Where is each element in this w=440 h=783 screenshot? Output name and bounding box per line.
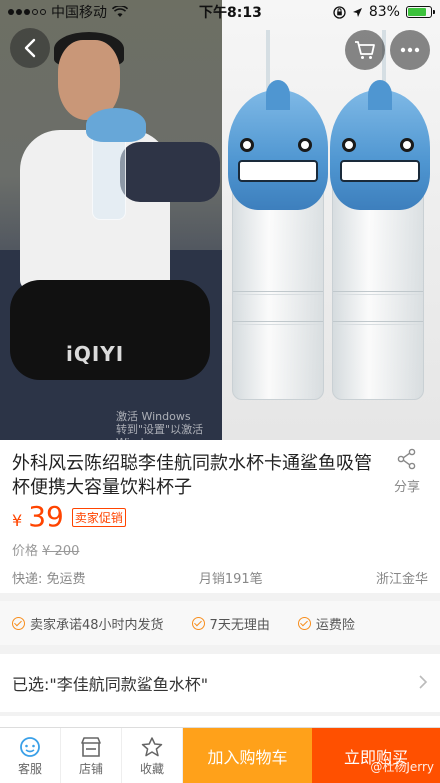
more-options-button[interactable]	[390, 30, 430, 70]
weibo-watermark: @杜杨Jerry	[370, 760, 434, 774]
share-label: 分享	[393, 480, 420, 495]
cart-button[interactable]	[345, 30, 385, 70]
store-label: 店铺	[78, 761, 103, 776]
signal-strength-icon	[8, 9, 46, 15]
star-icon	[141, 736, 163, 756]
price-row: ¥ 39 卖家促销	[12, 500, 126, 533]
watermark-line-2: 转到"设置"以激活 Windo	[116, 423, 204, 440]
shark-eye	[400, 138, 414, 152]
service-item: 运费险	[297, 614, 355, 633]
battery-icon	[405, 6, 435, 18]
chevron-right-icon	[419, 675, 428, 689]
shark-fin	[266, 80, 290, 110]
customer-service-button[interactable]: 客服	[0, 728, 61, 783]
shipping-info: 快递: 免运费	[12, 572, 86, 587]
cup-in-hand	[92, 130, 126, 220]
wifi-icon	[112, 6, 128, 17]
bottle-rib	[333, 291, 423, 295]
location-arrow-icon	[352, 7, 362, 17]
monthly-sales: 月销191笔	[198, 572, 263, 587]
more-dots-icon	[400, 47, 420, 53]
service-label: 运费险	[315, 617, 355, 633]
service-item: 7天无理由	[191, 614, 270, 633]
chevron-left-icon	[24, 38, 36, 58]
selected-sku-text: 已选:"李佳航同款鲨鱼水杯"	[12, 675, 209, 694]
favorite-button[interactable]: 收藏	[122, 728, 183, 783]
battery-fill	[407, 8, 427, 16]
bottle-rib	[333, 321, 423, 325]
shark-lid	[228, 80, 328, 210]
shark-teeth	[340, 160, 420, 182]
check-circle-icon	[297, 616, 311, 630]
clock: 下午8:13	[199, 5, 262, 21]
favorite-label: 收藏	[139, 761, 164, 776]
windows-watermark: 激活 Windows 转到"设置"以激活 Windo	[116, 410, 222, 440]
carrier-name: 中国移动	[51, 5, 107, 21]
share-icon	[397, 448, 416, 470]
shopping-cart-icon	[355, 41, 375, 59]
add-to-cart-label: 加入购物车	[207, 748, 288, 767]
rotation-lock-icon	[333, 5, 346, 19]
customer-service-label: 客服	[17, 761, 42, 776]
service-guarantees[interactable]: 卖家承诺48小时内发货 7天无理由 运费险	[0, 601, 440, 645]
battery-percent: 83%	[368, 4, 400, 20]
promo-badge: 卖家促销	[71, 508, 126, 527]
bottle-rib	[233, 291, 323, 295]
original-price-row: 价格 ¥ 200	[12, 540, 79, 559]
bottle-rib	[233, 321, 323, 325]
selected-sku-row[interactable]: 已选:"李佳航同款鲨鱼水杯"	[0, 654, 440, 712]
back-button[interactable]	[10, 28, 50, 68]
store-icon	[81, 736, 101, 757]
service-item: 卖家承诺48小时内发货	[12, 614, 164, 633]
shark-fin	[368, 80, 392, 110]
service-label: 7天无理由	[209, 617, 270, 633]
current-price: 39	[28, 500, 64, 533]
add-to-cart-button[interactable]: 加入购物车	[183, 728, 312, 783]
original-price: ¥ 200	[42, 544, 80, 559]
shark-teeth	[238, 160, 318, 182]
status-left: 中国移动	[8, 2, 128, 22]
check-circle-icon	[12, 616, 25, 630]
currency-symbol: ¥	[12, 511, 23, 530]
product-title: 外科风云陈绍聪李佳航同款水杯卡通鲨鱼吸管杯便携大容量饮料杯子	[12, 453, 372, 498]
ship-from-location: 浙江金华	[375, 572, 428, 587]
original-price-label: 价格	[12, 544, 39, 559]
customer-service-icon	[20, 736, 40, 757]
share-button[interactable]: 分享	[390, 448, 424, 495]
shark-lid-in-hand	[86, 108, 146, 142]
status-bar: 中国移动 下午8:13 83%	[0, 0, 440, 24]
person-arm	[120, 142, 220, 202]
service-label: 卖家承诺48小时内发货	[30, 617, 164, 633]
product-meta-row: 快递: 免运费 月销191笔 浙江金华	[12, 568, 428, 587]
check-circle-icon	[191, 616, 205, 630]
shark-eye	[240, 138, 254, 152]
shark-eye	[298, 138, 312, 152]
video-logo: iQIYI	[66, 342, 125, 366]
shark-lid	[330, 80, 430, 210]
shark-eye	[342, 138, 356, 152]
watermark-line-1: 激活 Windows	[116, 410, 191, 423]
store-button[interactable]: 店铺	[61, 728, 122, 783]
status-right: 83%	[333, 4, 435, 20]
product-info-panel: 外科风云陈绍聪李佳航同款水杯卡通鲨鱼吸管杯便携大容量饮料杯子 分享 ¥ 39 卖…	[0, 440, 440, 593]
